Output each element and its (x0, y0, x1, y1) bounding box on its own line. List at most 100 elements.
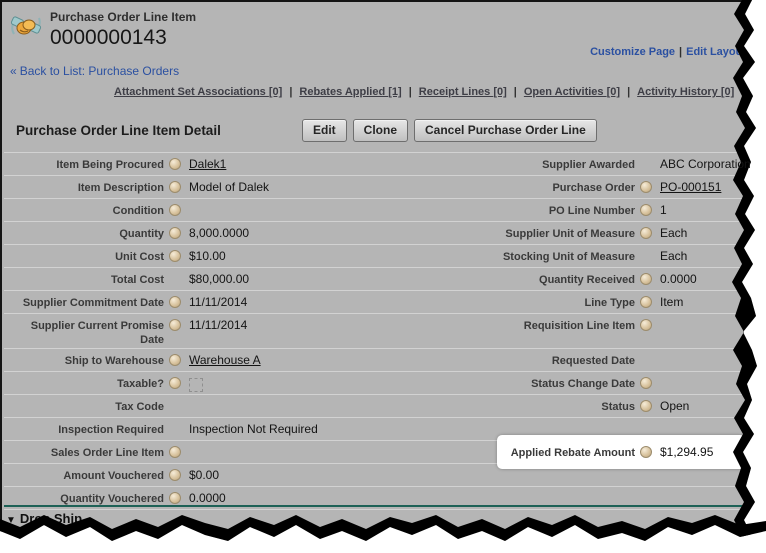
related-links-separator: | (741, 86, 744, 98)
field-label-unit-cost: Unit Cost (4, 248, 164, 264)
detail-cell: Applied Rebate Amount$1,294.95 (385, 441, 747, 463)
detail-row: Taxable? Status Change Date (4, 372, 766, 395)
field-value-condition (186, 202, 385, 203)
related-link-count[interactable]: [0] (269, 86, 282, 98)
help-icon[interactable] (640, 204, 652, 216)
related-link-activity-history[interactable]: Activity History (637, 86, 721, 98)
related-link-count[interactable]: [1] (388, 86, 401, 98)
detail-row: Ship to WarehouseWarehouse ARequested Da… (4, 349, 766, 372)
drop-ship-label: Drop Ship (20, 511, 82, 526)
field-value-supplier-commitment-date: 11/11/2014 (186, 294, 385, 309)
detail-cell: Supplier AwardedABC Corporation (385, 153, 747, 175)
field-value-requested-date (657, 352, 747, 353)
help-icon[interactable] (640, 319, 652, 331)
back-link-label: Back to List: Purchase Orders (20, 64, 179, 78)
field-value-item-being-procured[interactable]: Dalek1 (186, 156, 385, 171)
detail-cell: Status Change Date (385, 372, 747, 394)
field-label-stocking-unit-of-measure: Stocking Unit of Measure (385, 248, 635, 264)
help-icon[interactable] (169, 446, 181, 458)
help-icon[interactable] (640, 400, 652, 412)
related-link-count[interactable]: [0] (721, 86, 734, 98)
field-value-item-description: Model of Dalek (186, 179, 385, 194)
help-icon[interactable] (640, 181, 652, 193)
help-icon[interactable] (640, 296, 652, 308)
drop-ship-section-header[interactable]: ▼ Drop Ship (6, 511, 82, 526)
field-label-status: Status (385, 398, 635, 414)
help-icon[interactable] (169, 296, 181, 308)
related-link-count[interactable]: [0] (607, 86, 620, 98)
related-links-separator: | (627, 86, 630, 98)
help-slot (164, 317, 186, 336)
help-slot (164, 352, 186, 371)
related-link-rebates-applied[interactable]: Rebates Applied (299, 86, 388, 98)
help-icon[interactable] (169, 181, 181, 193)
related-link-notes[interactable]: Notes (751, 86, 766, 98)
field-label-status-change-date: Status Change Date (385, 375, 635, 391)
detail-cell: Quantity Received0.0000 (385, 268, 747, 290)
help-icon[interactable] (640, 377, 652, 389)
help-slot (164, 225, 186, 244)
detail-cell: Tax Code (4, 395, 385, 417)
help-icon[interactable] (169, 227, 181, 239)
related-link-receipt-lines[interactable]: Receipt Lines (419, 86, 494, 98)
field-value-sales-order-line-item (186, 444, 385, 445)
field-label-item-being-procured: Item Being Procured (4, 156, 164, 172)
field-value-supplier-current-promise-date: 11/11/2014 (186, 317, 385, 332)
field-label-amount-vouchered: Amount Vouchered (4, 467, 164, 483)
field-value-total-cost: $80,000.00 (186, 271, 385, 286)
field-label-condition: Condition (4, 202, 164, 218)
help-slot (164, 444, 186, 463)
help-slot (164, 156, 186, 175)
detail-cell: PO Line Number1 (385, 199, 747, 221)
detail-cell: Purchase OrderPO-000151 (385, 176, 747, 198)
edit-layout-link[interactable]: Edit Layout (686, 46, 746, 58)
help-icon[interactable] (169, 377, 181, 389)
field-label-taxable: Taxable? (4, 375, 164, 391)
detail-cell: Status Open (385, 395, 747, 417)
related-link-count[interactable]: [0] (493, 86, 506, 98)
detail-cell: Supplier Commitment Date 11/11/2014 (4, 291, 385, 313)
help-icon[interactable] (169, 250, 181, 262)
field-value-stocking-unit-of-measure: Each (657, 248, 747, 263)
field-label-tax-code: Tax Code (4, 398, 164, 414)
clone-button[interactable]: Clone (353, 119, 408, 142)
help-icon[interactable] (169, 204, 181, 216)
cancel-purchase-order-line-button[interactable]: Cancel Purchase Order Line (414, 119, 597, 142)
collapse-triangle-icon: ▼ (6, 515, 16, 526)
detail-cell: Total Cost$80,000.00 (4, 268, 385, 290)
back-to-list-link[interactable]: «Back to List: Purchase Orders (10, 64, 179, 78)
detail-cell: Taxable? (4, 372, 385, 394)
detail-row: Item DescriptionModel of DalekPurchase O… (4, 176, 766, 199)
field-value-unit-cost: $10.00 (186, 248, 385, 263)
field-value-purchase-order[interactable]: PO-000151 (657, 179, 747, 194)
field-label-quantity: Quantity (4, 225, 164, 241)
detail-cell: Quantity8,000.0000 (4, 222, 385, 244)
field-value-quantity-received: 0.0000 (657, 271, 747, 286)
help-slot (635, 202, 657, 221)
field-value-status: Open (657, 398, 747, 413)
help-icon[interactable] (169, 158, 181, 170)
help-slot (635, 317, 657, 336)
related-link-open-activities[interactable]: Open Activities (524, 86, 607, 98)
field-value-ship-to-warehouse[interactable]: Warehouse A (186, 352, 385, 367)
help-slot (635, 294, 657, 313)
field-label-quantity-vouchered: Quantity Vouchered (4, 490, 164, 506)
help-icon[interactable] (169, 354, 181, 366)
help-icon[interactable] (169, 469, 181, 481)
help-icon[interactable] (169, 492, 181, 504)
help-icon[interactable] (640, 227, 652, 239)
field-label-po-line-number: PO Line Number (385, 202, 635, 218)
related-list-shortcuts: Attachment Set Associations [0] | Rebates … (114, 86, 766, 98)
related-links-separator: | (289, 86, 292, 98)
edit-button[interactable]: Edit (302, 119, 347, 142)
field-label-supplier-awarded: Supplier Awarded (385, 156, 635, 172)
help-icon[interactable] (169, 319, 181, 331)
detail-cell: Item Being Procured Dalek1 (4, 153, 385, 175)
customize-page-link[interactable]: Customize Page (590, 46, 675, 58)
related-link-attachment-set-associations[interactable]: Attachment Set Associations (114, 86, 269, 98)
detail-cell: Item DescriptionModel of Dalek (4, 176, 385, 198)
field-label-supplier-commitment-date: Supplier Commitment Date (4, 294, 164, 310)
help-icon[interactable] (640, 273, 652, 285)
detail-row: Supplier Current Promise Date11/11/2014R… (4, 314, 766, 349)
help-icon[interactable] (640, 446, 652, 458)
